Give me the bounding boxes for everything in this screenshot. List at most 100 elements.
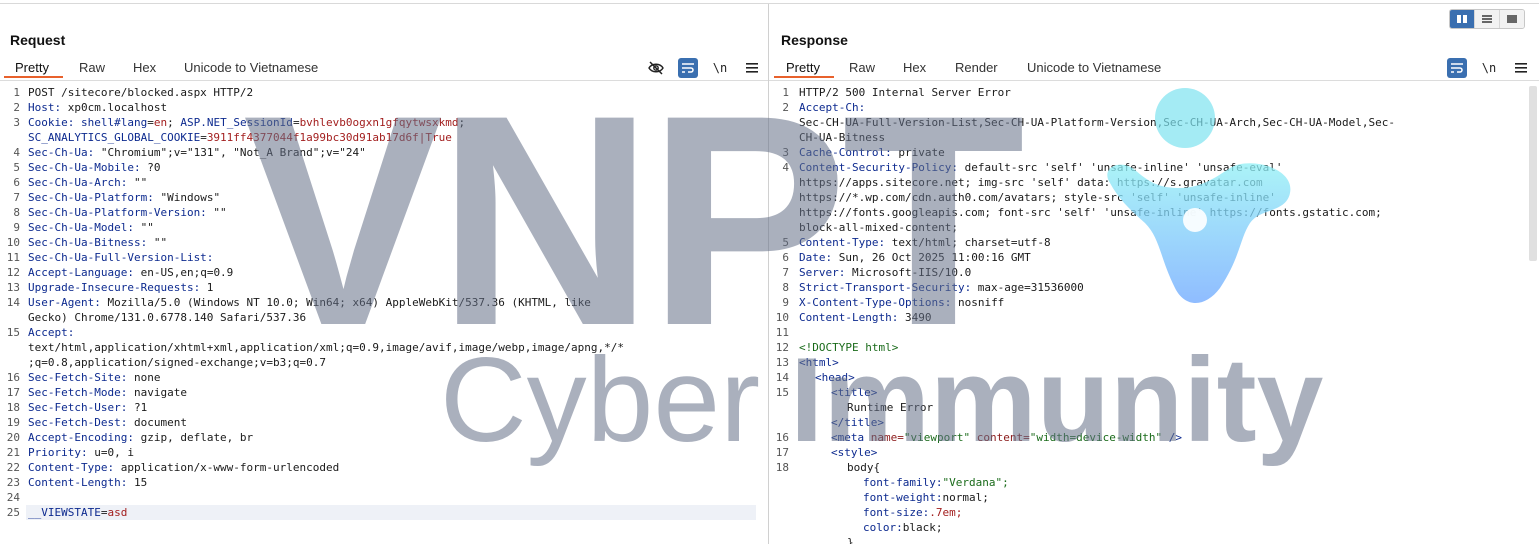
- code-line[interactable]: block-all-mixed-content;: [769, 220, 1539, 235]
- wrap-lines-icon[interactable]: [1447, 58, 1467, 78]
- code-line[interactable]: font-weight:normal;: [769, 490, 1539, 505]
- code-line[interactable]: ;q=0.8,application/signed-exchange;v=b3;…: [0, 355, 768, 370]
- code-line[interactable]: 8 Sec-Ch-Ua-Platform-Version: "": [0, 205, 768, 220]
- code-line[interactable]: 6 Sec-Ch-Ua-Arch: "": [0, 175, 768, 190]
- code-line[interactable]: }: [769, 535, 1539, 544]
- line-number: 14: [6, 296, 20, 309]
- code-line[interactable]: Runtime Error: [769, 400, 1539, 415]
- code-line[interactable]: 6 Date: Sun, 26 Oct 2025 11:00:16 GMT: [769, 250, 1539, 265]
- code-line[interactable]: 25 __VIEWSTATE=asd: [0, 505, 768, 520]
- code-line[interactable]: 13 Upgrade-Insecure-Requests: 1: [0, 280, 768, 295]
- newline-toggle[interactable]: \n: [1479, 58, 1499, 78]
- request-tab-unicode-vietnamese[interactable]: Unicode to Vietnamese: [184, 60, 318, 75]
- code-token: Gecko) Chrome/131.0.6778.140 Safari/537.…: [28, 311, 307, 324]
- line-number: 5: [782, 236, 789, 249]
- code-token: Sec-Ch-Ua-Platform:: [28, 191, 154, 204]
- line-content: Sec-Ch-Ua-Mobile: ?0: [28, 160, 160, 175]
- request-tab-raw[interactable]: Raw: [79, 60, 105, 75]
- hamburger-menu-icon[interactable]: [742, 58, 762, 78]
- code-line[interactable]: 5 Sec-Ch-Ua-Mobile: ?0: [0, 160, 768, 175]
- code-token: .7em;: [929, 506, 963, 519]
- code-line[interactable]: 11 Sec-Ch-Ua-Full-Version-List:: [0, 250, 768, 265]
- code-line[interactable]: 2 Accept-Ch:: [769, 100, 1539, 115]
- code-line[interactable]: CH-UA-Bitness: [769, 130, 1539, 145]
- code-line[interactable]: 7 Sec-Ch-Ua-Platform: "Windows": [0, 190, 768, 205]
- code-line[interactable]: 3 Cookie: shell#lang=en; ASP.NET_SessionI…: [0, 115, 768, 130]
- code-line[interactable]: 12 <!DOCTYPE html>: [769, 340, 1539, 355]
- code-line[interactable]: 12 Accept-Language: en-US,en;q=0.9: [0, 265, 768, 280]
- code-line[interactable]: 4 Content-Security-Policy: default-src 's…: [769, 160, 1539, 175]
- code-line[interactable]: https://fonts.googleapis.com; font-src '…: [769, 205, 1539, 220]
- code-line[interactable]: 14 <head>: [769, 370, 1539, 385]
- line-number: 13: [775, 356, 789, 369]
- code-line[interactable]: Sec-CH-UA-Full-Version-List,Sec-CH-UA-Pl…: [769, 115, 1539, 130]
- request-pane: Request Pretty Raw Hex Unicode to Vietna…: [0, 4, 768, 544]
- code-line[interactable]: 5 Content-Type: text/html; charset=utf-8: [769, 235, 1539, 250]
- code-line[interactable]: 22 Content-Type: application/x-www-form-u…: [0, 460, 768, 475]
- response-editor[interactable]: 1 HTTP/2 500 Internal Server Error 2 Accept…: [769, 85, 1539, 544]
- response-tab-raw[interactable]: Raw: [849, 60, 875, 75]
- code-line[interactable]: 1 HTTP/2 500 Internal Server Error: [769, 85, 1539, 100]
- code-line[interactable]: 17 <style>: [769, 445, 1539, 460]
- code-line[interactable]: 10 Sec-Ch-Ua-Bitness: "": [0, 235, 768, 250]
- code-token: "width=device-width": [1029, 431, 1169, 444]
- hamburger-menu-icon[interactable]: [1511, 58, 1531, 78]
- code-line[interactable]: 9 X-Content-Type-Options: nosniff: [769, 295, 1539, 310]
- code-line[interactable]: 8 Strict-Transport-Security: max-age=3153…: [769, 280, 1539, 295]
- code-line[interactable]: 17 Sec-Fetch-Mode: navigate: [0, 385, 768, 400]
- code-line[interactable]: 16 Sec-Fetch-Site: none: [0, 370, 768, 385]
- code-line[interactable]: 21 Priority: u=0, i: [0, 445, 768, 460]
- line-number: 11: [6, 251, 20, 264]
- code-line[interactable]: SC_ANALYTICS_GLOBAL_COOKIE=3911ff4377044…: [0, 130, 768, 145]
- code-line[interactable]: 15 <title>: [769, 385, 1539, 400]
- code-line[interactable]: font-size:.7em;: [769, 505, 1539, 520]
- response-tab-hex[interactable]: Hex: [903, 60, 926, 75]
- eye-off-icon[interactable]: [646, 58, 666, 78]
- code-line[interactable]: 7 Server: Microsoft-IIS/10.0: [769, 265, 1539, 280]
- request-tab-pretty[interactable]: Pretty: [15, 60, 49, 75]
- line-content: body{: [799, 460, 880, 475]
- response-tab-render[interactable]: Render: [955, 60, 998, 75]
- request-editor[interactable]: 1 POST /sitecore/blocked.aspx HTTP/2 2 Host…: [0, 85, 768, 544]
- code-line[interactable]: 18 body{: [769, 460, 1539, 475]
- code-line[interactable]: 3 Cache-Control: private: [769, 145, 1539, 160]
- code-line[interactable]: 19 Sec-Fetch-Dest: document: [0, 415, 768, 430]
- code-line[interactable]: 2 Host: xp0cm.localhost: [0, 100, 768, 115]
- code-line[interactable]: https://apps.sitecore.net; img-src 'self…: [769, 175, 1539, 190]
- code-line[interactable]: 23 Content-Length: 15: [0, 475, 768, 490]
- line-content: Sec-Fetch-User: ?1: [28, 400, 147, 415]
- code-line[interactable]: 11: [769, 325, 1539, 340]
- code-line[interactable]: 9 Sec-Ch-Ua-Model: "": [0, 220, 768, 235]
- code-line[interactable]: Gecko) Chrome/131.0.6778.140 Safari/537.…: [0, 310, 768, 325]
- code-line[interactable]: 1 POST /sitecore/blocked.aspx HTTP/2: [0, 85, 768, 100]
- request-tab-hex[interactable]: Hex: [133, 60, 156, 75]
- code-line[interactable]: font-family:"Verdana";: [769, 475, 1539, 490]
- code-line[interactable]: 15 Accept:: [0, 325, 768, 340]
- code-token: 15: [127, 476, 148, 489]
- line-content: Content-Security-Policy: default-src 'se…: [799, 160, 1282, 175]
- code-line[interactable]: 10 Content-Length: 3490: [769, 310, 1539, 325]
- newline-toggle[interactable]: \n: [710, 58, 730, 78]
- response-scrollbar[interactable]: [1529, 86, 1537, 261]
- response-tab-unicode-vietnamese[interactable]: Unicode to Vietnamese: [1027, 60, 1161, 75]
- code-line[interactable]: 13 <html>: [769, 355, 1539, 370]
- line-content: POST /sitecore/blocked.aspx HTTP/2: [28, 85, 253, 100]
- code-token: https://apps.sitecore.net; img-src 'self…: [799, 176, 1263, 189]
- code-line[interactable]: https://*.wp.com/cdn.auth0.com/avatars; …: [769, 190, 1539, 205]
- code-line[interactable]: 16 <meta name="viewport" content="width=d…: [769, 430, 1539, 445]
- code-line[interactable]: </title>: [769, 415, 1539, 430]
- line-content: X-Content-Type-Options: nosniff: [799, 295, 1004, 310]
- wrap-lines-icon[interactable]: [678, 58, 698, 78]
- code-line[interactable]: 24: [0, 490, 768, 505]
- code-token: document: [127, 416, 187, 429]
- code-token: name=: [870, 431, 904, 444]
- code-line[interactable]: 14 User-Agent: Mozilla/5.0 (Windows NT 10…: [0, 295, 768, 310]
- response-tab-pretty[interactable]: Pretty: [786, 60, 820, 75]
- code-line[interactable]: 18 Sec-Fetch-User: ?1: [0, 400, 768, 415]
- code-line[interactable]: color:black;: [769, 520, 1539, 535]
- code-line[interactable]: 20 Accept-Encoding: gzip, deflate, br: [0, 430, 768, 445]
- code-line[interactable]: text/html,application/xhtml+xml,applicat…: [0, 340, 768, 355]
- code-line[interactable]: 4 Sec-Ch-Ua: "Chromium";v="131", "Not_A B…: [0, 145, 768, 160]
- code-token: Content-Type:: [799, 236, 886, 249]
- line-content: Upgrade-Insecure-Requests: 1: [28, 280, 213, 295]
